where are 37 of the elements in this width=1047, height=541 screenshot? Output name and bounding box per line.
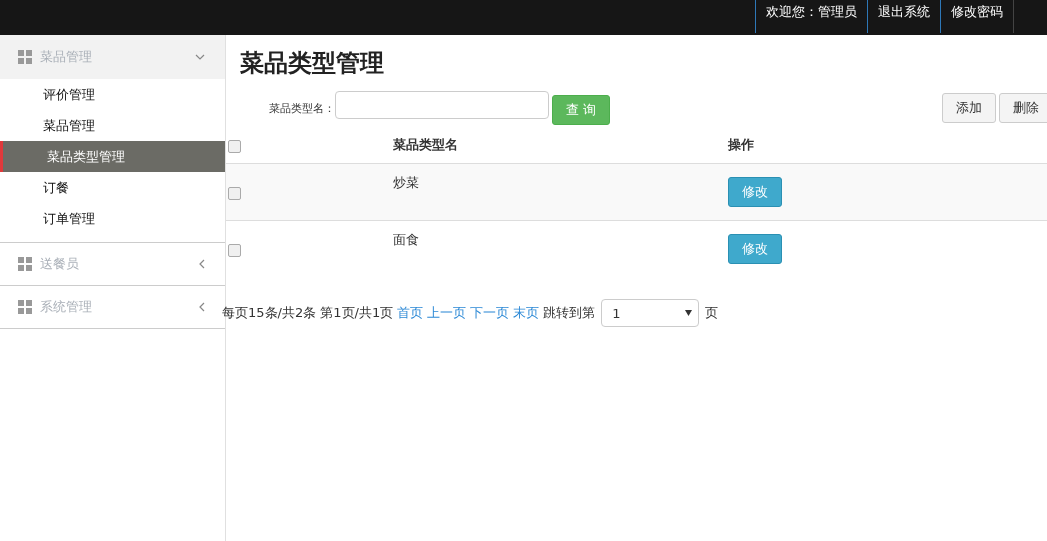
action-button[interactable]: 添加 [942, 93, 996, 123]
table-cell: 炒菜 [393, 163, 728, 221]
action-button[interactable]: 删除 [999, 93, 1047, 123]
sidebar-item[interactable]: 订餐 [0, 172, 225, 203]
jump-label: 跳转到第 [543, 304, 596, 322]
table-cell: 面食 [393, 220, 728, 277]
column-header: 菜品类型名 [393, 127, 728, 164]
edit-button[interactable]: 修改 [728, 234, 782, 264]
grid-icon [18, 300, 32, 314]
search-field[interactable] [335, 91, 549, 119]
sidebar-item[interactable]: 菜品类型管理 [0, 141, 225, 172]
sidebar-item[interactable]: 评价管理 [0, 79, 225, 110]
sidebar-item[interactable]: 订单管理 [0, 203, 225, 234]
top-link[interactable]: 修改密码 [940, 0, 1014, 33]
chevron-left-icon [199, 302, 205, 312]
grid-icon [18, 257, 32, 271]
search-label: 菜品类型名： [269, 100, 335, 116]
dropdown-icon [685, 310, 693, 316]
select-all-checkbox[interactable] [228, 139, 241, 153]
page-link[interactable]: 上一页 [427, 304, 467, 322]
top-link[interactable]: 欢迎您：管理员 [755, 0, 868, 33]
grid-icon [18, 50, 32, 64]
page-link[interactable]: 下一页 [470, 304, 510, 322]
page-link[interactable]: 首页 [397, 304, 424, 322]
row-checkbox[interactable] [228, 186, 241, 200]
page-summary: 每页15条/共2条 第1页/共1页 [222, 304, 394, 322]
page-title: 菜品类型管理 [239, 48, 385, 79]
chevron-down-icon [195, 54, 205, 60]
edit-button[interactable]: 修改 [728, 177, 782, 207]
row-checkbox[interactable] [228, 243, 241, 257]
page-select[interactable]: 1 [601, 299, 700, 327]
column-header: 操作 [728, 127, 1047, 164]
page-suffix: 页 [705, 304, 719, 322]
page-link[interactable]: 末页 [513, 304, 540, 322]
top-link[interactable]: 退出系统 [867, 0, 941, 33]
chevron-left-icon [199, 259, 205, 269]
sidebar-item[interactable]: 菜品管理 [0, 110, 225, 141]
